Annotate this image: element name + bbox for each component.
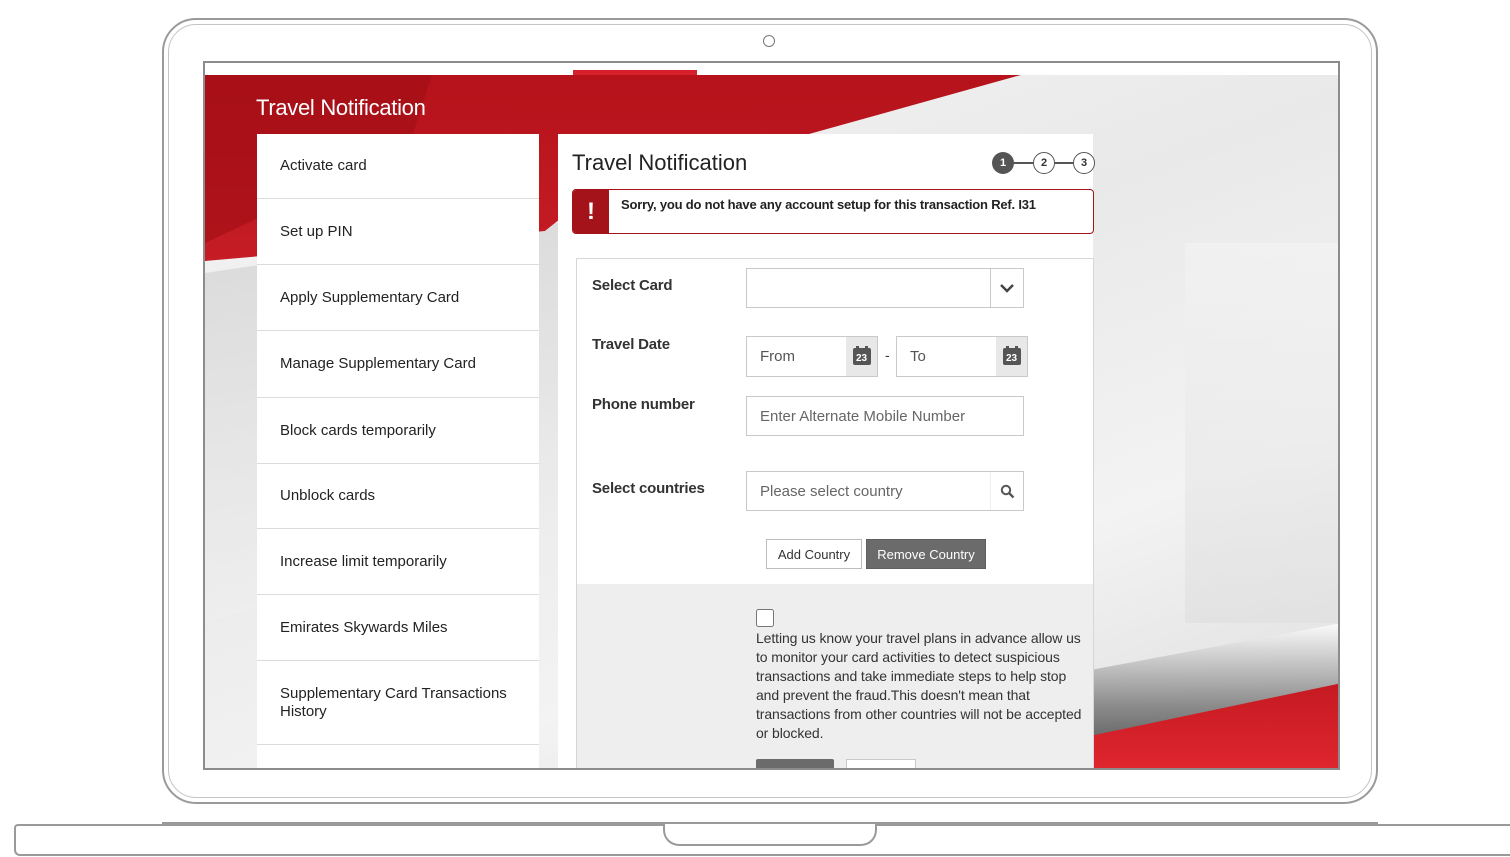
consent-text: Letting us know your travel plans in adv… bbox=[756, 630, 1082, 741]
to-date-field[interactable]: To 23 bbox=[896, 336, 1028, 377]
sidebar-item-label: Block cards temporarily bbox=[280, 421, 436, 439]
sidebar-item-manage-supplementary-card[interactable]: Manage Supplementary Card bbox=[257, 331, 539, 398]
background-red-tab bbox=[573, 70, 697, 75]
sidebar-item-increase-limit-temporarily[interactable]: Increase limit temporarily bbox=[257, 529, 539, 595]
sidebar-item-label: Manage Supplementary Card bbox=[280, 355, 476, 372]
add-country-button[interactable]: Add Country bbox=[766, 539, 862, 569]
sidebar-item-label: Unblock cards bbox=[280, 487, 376, 504]
from-date-field[interactable]: From 23 bbox=[746, 336, 878, 377]
sidebar-menu: Activate card Set up PIN Apply Supplemen… bbox=[257, 134, 539, 768]
sidebar-item-label: Apply Supplementary Card bbox=[280, 288, 460, 306]
remove-country-button[interactable]: Remove Country bbox=[866, 539, 986, 569]
select-countries-label: Select countries bbox=[592, 480, 705, 497]
sidebar-item-label: Activate card bbox=[280, 157, 367, 174]
search-icon[interactable] bbox=[990, 472, 1023, 510]
chevron-down-icon[interactable] bbox=[990, 269, 1023, 307]
panel-title: Travel Notification bbox=[572, 150, 748, 175]
step-2: 2 bbox=[1033, 152, 1055, 174]
sidebar-item-supplementary-card-transactions-history[interactable]: Supplementary Card Transactions History bbox=[257, 661, 539, 745]
sidebar-item-block-cards-temporarily[interactable]: Block cards temporarily bbox=[257, 398, 539, 464]
to-calendar-button[interactable]: 23 bbox=[996, 337, 1027, 376]
page-title: Travel Notification bbox=[256, 95, 426, 120]
calendar-icon: 23 bbox=[852, 346, 871, 365]
submit-button[interactable] bbox=[756, 759, 834, 768]
sidebar-item-set-up-pin[interactable]: Set up PIN bbox=[257, 199, 539, 265]
step-connector bbox=[1055, 162, 1073, 164]
calendar-day: 23 bbox=[855, 353, 868, 364]
error-alert: ! Sorry, you do not have any account set… bbox=[572, 189, 1094, 234]
sidebar-item-label: Emirates Skywards Miles bbox=[280, 618, 448, 636]
sidebar-item-emirates-skywards-miles[interactable]: Emirates Skywards Miles bbox=[257, 595, 539, 661]
screen: Travel Notification Activate card Set up… bbox=[203, 61, 1340, 770]
sidebar-item-label: Set up PIN bbox=[280, 222, 353, 240]
phone-number-label: Phone number bbox=[592, 396, 695, 413]
camera-icon bbox=[763, 35, 775, 47]
travel-notification-panel: Travel Notification 1 2 3 ! Sorry, you d… bbox=[558, 134, 1096, 768]
to-date-placeholder: To bbox=[910, 348, 926, 365]
sidebar-item-label: Supplementary Card Transactions History bbox=[280, 684, 507, 720]
travel-date-label: Travel Date bbox=[592, 336, 670, 353]
cancel-button[interactable] bbox=[846, 759, 916, 768]
alert-message: Sorry, you do not have any account setup… bbox=[621, 197, 1036, 212]
select-card-label: Select Card bbox=[592, 277, 673, 294]
calendar-icon: 23 bbox=[1002, 346, 1021, 365]
step-1: 1 bbox=[992, 152, 1014, 174]
calendar-day: 23 bbox=[1005, 353, 1018, 364]
step-indicator: 1 2 3 bbox=[992, 152, 1096, 176]
country-search bbox=[746, 471, 1024, 511]
date-separator: - bbox=[885, 347, 890, 363]
sidebar-item-activate-card[interactable]: Activate card bbox=[257, 134, 539, 199]
step-3: 3 bbox=[1073, 152, 1095, 174]
sidebar-item-unblock-cards[interactable]: Unblock cards bbox=[257, 464, 539, 529]
from-calendar-button[interactable]: 23 bbox=[846, 337, 877, 376]
consent-section: Letting us know your travel plans in adv… bbox=[577, 584, 1093, 768]
sidebar-item-apply-supplementary-card[interactable]: Apply Supplementary Card bbox=[257, 265, 539, 331]
screen-top-bar bbox=[205, 63, 1338, 75]
step-connector bbox=[1014, 162, 1033, 164]
laptop-hinge-notch bbox=[663, 824, 877, 846]
phone-number-input[interactable] bbox=[746, 396, 1024, 436]
country-search-input[interactable] bbox=[746, 471, 1024, 511]
sidebar-item-label: Increase limit temporarily bbox=[280, 552, 447, 570]
travel-form: Select Card Travel Date From 23 - To 23 bbox=[576, 258, 1094, 768]
background-light-panel bbox=[1185, 243, 1338, 623]
from-date-placeholder: From bbox=[760, 348, 795, 365]
consent-checkbox[interactable] bbox=[756, 609, 774, 627]
alert-icon: ! bbox=[573, 190, 609, 233]
select-card-dropdown[interactable] bbox=[746, 268, 1024, 308]
